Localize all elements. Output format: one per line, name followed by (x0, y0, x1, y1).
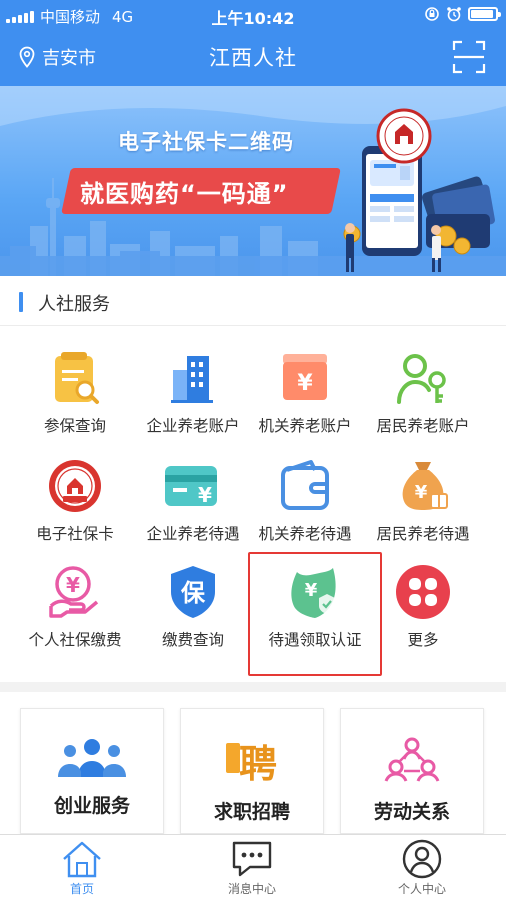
rotation-lock-icon (425, 7, 439, 21)
card-job-recruitment[interactable]: 聘 求职招聘 (180, 708, 324, 834)
service-label: 企业养老待遇 (146, 525, 240, 543)
tab-home[interactable]: 首页 (22, 839, 142, 897)
service-label: 缴费查询 (161, 631, 224, 649)
relation-icon (384, 737, 440, 782)
banner-headline: 电子社保卡二维码 (118, 130, 294, 154)
section-header: 人社服务 (0, 282, 506, 326)
card-label: 创业服务 (53, 795, 130, 817)
svg-text:保: 保 (180, 579, 206, 607)
shield-bao-icon: 保 (171, 566, 215, 618)
service-government-pension-account[interactable]: ¥ 机关养老账户 (242, 350, 368, 450)
svg-text:¥: ¥ (66, 573, 80, 597)
user-icon (402, 839, 442, 879)
social-security-seal-icon (49, 460, 101, 512)
service-label: 企业养老账户 (146, 417, 240, 435)
yuan-card-icon: ¥ (165, 466, 217, 507)
service-label: 参保查询 (43, 417, 106, 435)
tab-messages[interactable]: 消息中心 (192, 839, 312, 897)
service-enrollment-query[interactable]: 参保查询 (12, 350, 138, 450)
card-label: 劳动关系 (373, 801, 450, 823)
buildings-icon (171, 356, 213, 403)
highlight-box (248, 552, 382, 676)
money-bag-icon: ¥ (402, 462, 448, 510)
card-labor-relations[interactable]: 劳动关系 (340, 708, 484, 834)
nav-bar: 吉安市 江西人社 (0, 30, 506, 86)
service-payment-query[interactable]: 保 缴费查询 (130, 564, 256, 664)
card-label: 求职招聘 (213, 801, 290, 823)
team-icon (58, 739, 126, 777)
service-label: 居民养老账户 (376, 417, 470, 435)
page-title: 江西人社 (209, 46, 297, 70)
section-divider (0, 682, 506, 692)
service-resident-pension-benefit[interactable]: ¥ 居民养老待遇 (360, 458, 486, 558)
service-label: 电子社保卡 (36, 525, 114, 543)
svg-text:聘: 聘 (239, 742, 277, 783)
section-title: 人社服务 (38, 294, 110, 315)
service-electronic-ss-card[interactable]: 电子社保卡 (12, 458, 138, 558)
tab-label: 消息中心 (227, 882, 276, 896)
tab-profile[interactable]: 个人中心 (362, 839, 482, 897)
battery-icon (468, 7, 501, 21)
service-enterprise-pension-account[interactable]: 企业养老账户 (130, 350, 256, 450)
service-label: 个人社保缴费 (28, 631, 122, 649)
tab-label: 首页 (69, 882, 94, 896)
service-enterprise-pension-benefit[interactable]: ¥ 企业养老待遇 (130, 458, 256, 558)
message-icon (232, 841, 272, 877)
svg-text:¥: ¥ (198, 483, 212, 507)
tab-label: 个人中心 (397, 882, 446, 896)
clipboard-search-icon (55, 352, 99, 404)
person-key-icon (397, 354, 446, 404)
scan-icon[interactable] (452, 40, 486, 74)
status-right (424, 6, 501, 22)
service-personal-ss-payment[interactable]: ¥ 个人社保缴费 (12, 564, 138, 664)
alarm-icon (447, 7, 461, 22)
svg-text:¥: ¥ (297, 371, 313, 396)
service-label: 居民养老待遇 (376, 525, 470, 543)
service-label: 机关养老待遇 (258, 525, 352, 543)
service-government-pension-benefit[interactable]: 机关养老待遇 (242, 458, 368, 558)
svg-text:¥: ¥ (415, 482, 428, 503)
banner[interactable]: 电子社保卡二维码 就医购药“一码通” (0, 86, 506, 276)
tab-bar: 首页 消息中心 个人中心 (0, 834, 506, 902)
status-bar: 中国移动 4G 上午10:42 (0, 0, 506, 30)
section-accent-bar (19, 292, 23, 312)
yuan-hand-icon: ¥ (49, 566, 99, 618)
service-resident-pension-account[interactable]: 居民养老账户 (360, 350, 486, 450)
banner-slogan: 就医购药“一码通” (80, 180, 289, 208)
card-entrepreneurship[interactable]: 创业服务 (20, 708, 164, 834)
service-label: 机关养老账户 (258, 417, 352, 435)
yuan-box-icon: ¥ (283, 354, 327, 400)
home-icon (63, 841, 101, 878)
wallet-icon (281, 460, 329, 510)
more-grid-icon (396, 565, 450, 619)
recruit-icon: 聘 (226, 742, 277, 783)
